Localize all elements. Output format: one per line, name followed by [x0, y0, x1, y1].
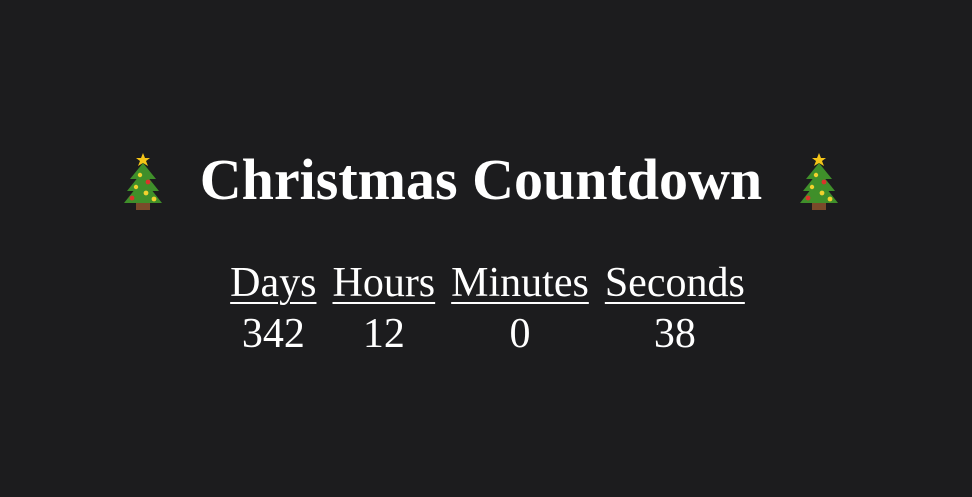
header: Christmas Countdown [0, 140, 972, 220]
minutes-value: 0 [509, 311, 531, 357]
hours-label: Hours [332, 260, 436, 306]
minutes-label: Minutes [451, 260, 589, 306]
countdown-page: Christmas Countdown Days Hours Minutes S… [0, 0, 972, 497]
countdown-table-wrapper: Days Hours Minutes Seconds 342 12 0 38 [0, 258, 972, 360]
countdown-table: Days Hours Minutes Seconds 342 12 0 38 [214, 258, 761, 360]
seconds-value: 38 [653, 311, 696, 357]
page-title: Christmas Countdown [199, 147, 763, 212]
countdown-values-row: 342 12 0 38 [230, 308, 745, 360]
christmas-tree-icon [120, 149, 166, 211]
seconds-label: Seconds [604, 260, 745, 306]
days-label: Days [230, 260, 317, 306]
countdown-header-row: Days Hours Minutes Seconds [230, 258, 745, 308]
hours-value: 12 [362, 311, 405, 357]
christmas-tree-icon [796, 149, 842, 211]
days-value: 342 [241, 311, 305, 357]
